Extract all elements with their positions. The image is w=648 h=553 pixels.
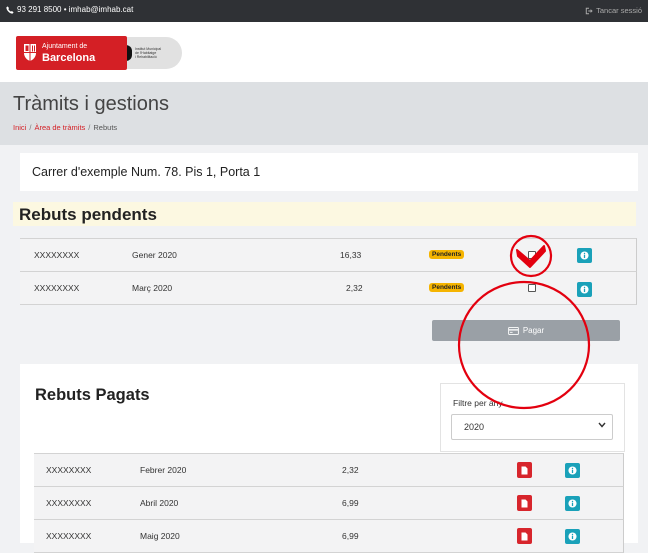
- breadcrumb-item-area-tramits[interactable]: Àrea de tràmits: [34, 123, 85, 132]
- receipt-period: Gener 2020: [132, 250, 177, 260]
- receipt-id: XXXXXXXX: [46, 531, 92, 541]
- breadcrumb-item-inici[interactable]: Inici: [13, 123, 26, 132]
- pdf-icon: [521, 466, 528, 474]
- year-filter-value: 2020: [464, 422, 485, 432]
- address-text: Carrer d'exemple Num. 78. Pis 1, Porta 1: [32, 165, 261, 179]
- info-button[interactable]: [565, 529, 580, 544]
- receipt-amount: 2,32: [346, 283, 363, 293]
- imhab-logo[interactable]: Institut Municipal de l'Habitatge i Reha…: [118, 37, 182, 69]
- pdf-button[interactable]: [517, 462, 532, 478]
- barcelona-crest-icon: [24, 44, 36, 61]
- logout-link[interactable]: Tancar sessió: [585, 6, 642, 15]
- receipt-checkbox[interactable]: [528, 251, 536, 259]
- receipt-id: XXXXXXXX: [34, 250, 80, 260]
- receipt-amount: 2,32: [342, 465, 359, 475]
- receipt-amount: 16,33: [340, 250, 362, 260]
- pay-button[interactable]: Pagar: [432, 320, 620, 341]
- info-icon: [568, 499, 577, 508]
- ajuntament-logo-line1: Ajuntament de: [42, 43, 88, 50]
- pdf-button[interactable]: [517, 528, 532, 544]
- info-button[interactable]: [577, 282, 592, 297]
- address-card: Carrer d'exemple Num. 78. Pis 1, Porta 1: [20, 153, 638, 191]
- receipt-period: Febrer 2020: [140, 465, 187, 475]
- contact-text: 93 291 8500 • imhab@imhab.cat: [17, 5, 134, 14]
- info-button[interactable]: [565, 496, 580, 511]
- breadcrumb: Inici / Àrea de tràmits / Rebuts: [13, 123, 118, 132]
- info-icon: [568, 532, 577, 541]
- info-icon: [580, 251, 589, 260]
- imhab-logo-text: Institut Municipal de l'Habitatge i Reha…: [135, 47, 162, 59]
- year-filter-select[interactable]: 2020: [451, 414, 613, 440]
- receipt-checkbox[interactable]: [528, 284, 536, 292]
- page-title: Tràmits i gestions: [13, 93, 169, 115]
- pay-button-label: Pagar: [522, 326, 545, 335]
- logout-icon: [585, 7, 593, 14]
- pending-row: XXXXXXXX Març 2020 2,32 Pendents: [20, 271, 637, 305]
- paid-section-title: Rebuts Pagats: [35, 386, 150, 404]
- ajuntament-logo-line2: Barcelona: [42, 52, 96, 64]
- receipt-amount: 6,99: [342, 498, 359, 508]
- paid-row: XXXXXXXX Febrer 2020 2,32: [34, 453, 624, 487]
- receipt-period: Març 2020: [132, 283, 173, 293]
- year-filter-label: Filtre per any: [453, 398, 503, 408]
- pdf-button[interactable]: [517, 495, 532, 511]
- top-bar: 93 291 8500 • imhab@imhab.cat Tancar ses…: [0, 0, 648, 22]
- info-icon: [580, 285, 589, 294]
- breadcrumb-item-current: Rebuts: [93, 123, 118, 132]
- paid-row: XXXXXXXX Abril 2020 6,99: [34, 486, 624, 520]
- receipt-id: XXXXXXXX: [46, 465, 92, 475]
- receipt-id: XXXXXXXX: [34, 283, 80, 293]
- contact-info: 93 291 8500 • imhab@imhab.cat: [6, 5, 133, 14]
- pdf-icon: [521, 499, 528, 507]
- status-badge: Pendents: [429, 283, 465, 292]
- paid-row: XXXXXXXX Maig 2020 6,99: [34, 519, 624, 553]
- logout-label: Tancar sessió: [596, 6, 642, 15]
- chevron-down-icon: [598, 422, 606, 428]
- info-icon: [568, 466, 577, 475]
- pending-row: XXXXXXXX Gener 2020 16,33 Pendents: [20, 238, 637, 272]
- receipt-period: Maig 2020: [140, 531, 180, 541]
- info-button[interactable]: [565, 463, 580, 478]
- pdf-icon: [521, 532, 528, 540]
- pending-section-title: Rebuts pendents: [13, 202, 636, 226]
- receipt-period: Abril 2020: [140, 498, 179, 508]
- ajuntament-logo[interactable]: Ajuntament de Barcelona: [16, 36, 127, 70]
- info-button[interactable]: [577, 248, 592, 263]
- wallet-icon: [507, 326, 519, 335]
- phone-icon: [6, 5, 14, 14]
- status-badge: Pendents: [429, 250, 465, 259]
- receipt-amount: 6,99: [342, 531, 359, 541]
- receipt-id: XXXXXXXX: [46, 498, 92, 508]
